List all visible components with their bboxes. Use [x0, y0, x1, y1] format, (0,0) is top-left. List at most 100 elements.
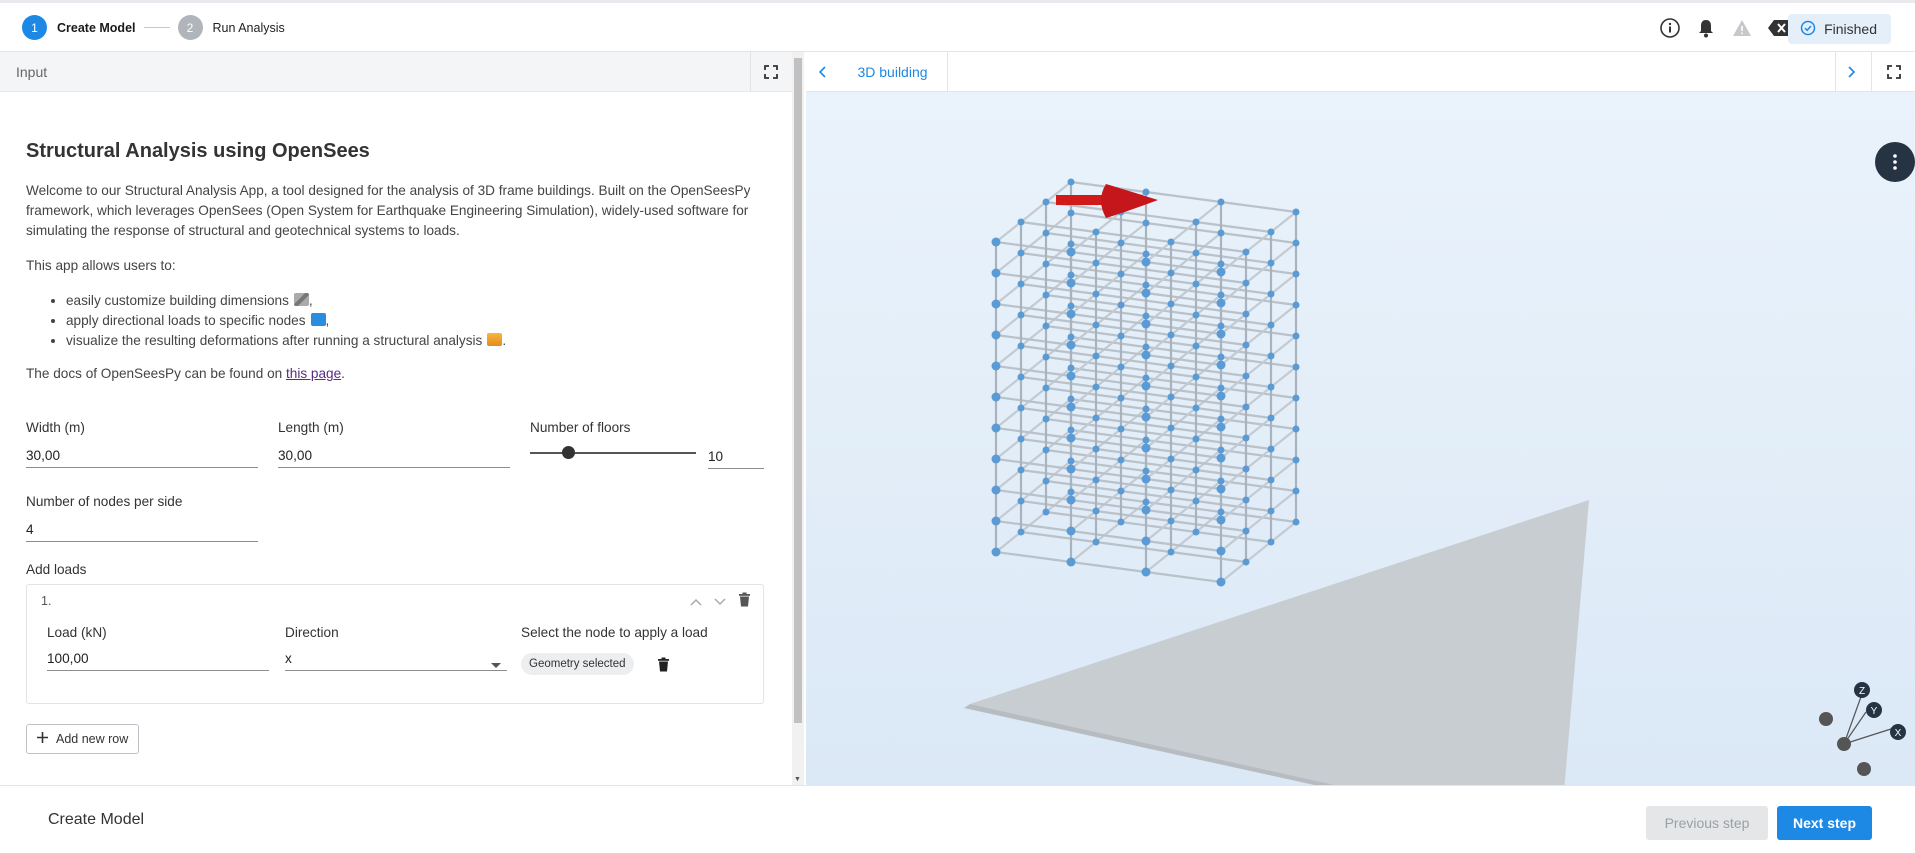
- frame-node[interactable]: [1067, 364, 1075, 372]
- frame-node[interactable]: [1192, 404, 1200, 412]
- frame-node[interactable]: [1092, 507, 1100, 515]
- frame-node[interactable]: [1192, 280, 1200, 288]
- frame-node[interactable]: [1117, 239, 1125, 247]
- frame-node[interactable]: [1117, 456, 1125, 464]
- frame-node[interactable]: [1067, 333, 1075, 341]
- frame-node[interactable]: [1067, 240, 1075, 248]
- 3d-viewport[interactable]: Z Y X: [806, 92, 1915, 785]
- frame-node[interactable]: [991, 516, 1001, 526]
- frame-node[interactable]: [1167, 362, 1175, 370]
- frame-node[interactable]: [1066, 495, 1076, 505]
- frame-node[interactable]: [1017, 311, 1025, 319]
- frame-node[interactable]: [1217, 446, 1225, 454]
- frame-node[interactable]: [1242, 403, 1250, 411]
- frame-node[interactable]: [991, 423, 1001, 433]
- frame-node[interactable]: [1217, 291, 1225, 299]
- building-model[interactable]: Z Y X: [806, 92, 1915, 785]
- frame-node[interactable]: [1216, 546, 1226, 556]
- step-2-label[interactable]: Run Analysis: [213, 21, 285, 35]
- frame-node[interactable]: [1192, 311, 1200, 319]
- frame-node[interactable]: [1017, 249, 1025, 257]
- scroll-down-icon[interactable]: ▼: [794, 776, 801, 783]
- frame-node[interactable]: [1217, 353, 1225, 361]
- frame-node[interactable]: [991, 547, 1001, 557]
- frame-node[interactable]: [1067, 395, 1075, 403]
- frame-node[interactable]: [1267, 476, 1275, 484]
- frame-node[interactable]: [1292, 239, 1300, 247]
- frame-node[interactable]: [1042, 353, 1050, 361]
- frame-node[interactable]: [1042, 415, 1050, 423]
- frame-node[interactable]: [1242, 372, 1250, 380]
- frame-node[interactable]: [1141, 474, 1151, 484]
- frame-node[interactable]: [1167, 238, 1175, 246]
- frame-node[interactable]: [1192, 342, 1200, 350]
- frame-node[interactable]: [1141, 288, 1151, 298]
- width-field[interactable]: 30,00: [26, 442, 258, 468]
- step-1-number[interactable]: 1: [22, 15, 47, 40]
- frame-node[interactable]: [1092, 321, 1100, 329]
- frame-node[interactable]: [1267, 445, 1275, 453]
- load-field[interactable]: 100,00: [47, 645, 269, 671]
- view-fullscreen-icon[interactable]: [1871, 52, 1915, 92]
- direction-select[interactable]: x: [285, 645, 507, 671]
- frame-node[interactable]: [1141, 319, 1151, 329]
- clear-selection-icon[interactable]: [657, 657, 670, 677]
- more-options-button[interactable]: [1875, 142, 1915, 182]
- frame-node[interactable]: [1067, 271, 1075, 279]
- tab-prev-icon[interactable]: [806, 52, 838, 92]
- frame-node[interactable]: [1267, 259, 1275, 267]
- frame-node[interactable]: [1017, 497, 1025, 505]
- frame-node[interactable]: [1167, 517, 1175, 525]
- frame-node[interactable]: [1066, 309, 1076, 319]
- frame-node[interactable]: [1242, 527, 1250, 535]
- frame-node[interactable]: [1242, 496, 1250, 504]
- frame-node[interactable]: [1217, 322, 1225, 330]
- frame-node[interactable]: [1217, 260, 1225, 268]
- frame-node[interactable]: [1117, 363, 1125, 371]
- frame-node[interactable]: [1216, 298, 1226, 308]
- frame-node[interactable]: [1142, 374, 1150, 382]
- frame-node[interactable]: [1192, 497, 1200, 505]
- frame-node[interactable]: [1042, 384, 1050, 392]
- frame-node[interactable]: [1117, 332, 1125, 340]
- frame-node[interactable]: [1066, 464, 1076, 474]
- frame-node[interactable]: [1192, 528, 1200, 536]
- frame-node[interactable]: [1142, 312, 1150, 320]
- frame-node[interactable]: [1042, 446, 1050, 454]
- frame-node[interactable]: [1066, 340, 1076, 350]
- frame-node[interactable]: [1017, 466, 1025, 474]
- next-step-button[interactable]: Next step: [1777, 806, 1872, 840]
- frame-node[interactable]: [1017, 528, 1025, 536]
- frame-node[interactable]: [1167, 393, 1175, 401]
- frame-node[interactable]: [1292, 425, 1300, 433]
- frame-node[interactable]: [1117, 425, 1125, 433]
- step-2-number[interactable]: 2: [177, 15, 203, 40]
- frame-node[interactable]: [1067, 178, 1075, 186]
- length-field[interactable]: 30,00: [278, 442, 510, 468]
- scrollbar-thumb[interactable]: [794, 58, 802, 723]
- frame-node[interactable]: [1042, 322, 1050, 330]
- frame-node[interactable]: [1292, 363, 1300, 371]
- bell-icon[interactable]: [1695, 17, 1717, 39]
- frame-node[interactable]: [1141, 536, 1151, 546]
- step-1-label[interactable]: Create Model: [57, 21, 136, 35]
- add-new-row-button[interactable]: Add new row: [26, 724, 140, 754]
- frame-node[interactable]: [1216, 515, 1226, 525]
- frame-node[interactable]: [1066, 433, 1076, 443]
- frame-node[interactable]: [1216, 267, 1226, 277]
- frame-node[interactable]: [1117, 487, 1125, 495]
- frame-node[interactable]: [1292, 518, 1300, 526]
- frame-node[interactable]: [1292, 208, 1300, 216]
- frame-node[interactable]: [1141, 505, 1151, 515]
- frame-node[interactable]: [1216, 391, 1226, 401]
- frame-node[interactable]: [1216, 453, 1226, 463]
- frame-node[interactable]: [1217, 415, 1225, 423]
- frame-node[interactable]: [1192, 466, 1200, 474]
- frame-node[interactable]: [1242, 558, 1250, 566]
- frame-node[interactable]: [1292, 301, 1300, 309]
- frame-node[interactable]: [1042, 260, 1050, 268]
- frame-node[interactable]: [1242, 248, 1250, 256]
- frame-node[interactable]: [1066, 557, 1076, 567]
- warning-icon[interactable]: [1731, 17, 1753, 39]
- frame-node[interactable]: [1066, 371, 1076, 381]
